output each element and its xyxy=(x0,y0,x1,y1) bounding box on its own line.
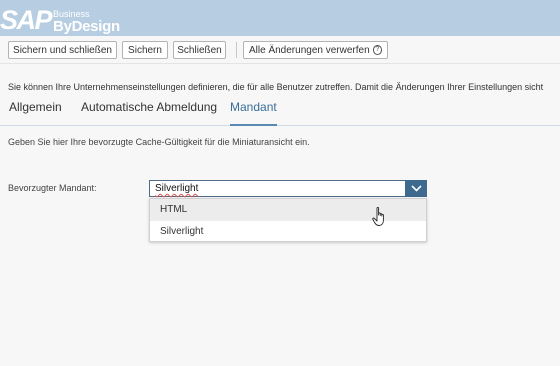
toolbar: Sichern und schließen Sichern Schließen … xyxy=(0,36,560,64)
discard-all-changes-button[interactable]: Alle Änderungen verwerfen ? xyxy=(243,41,388,59)
logo-sap-text: SAP xyxy=(0,5,53,35)
help-icon: ? xyxy=(372,45,382,55)
toolbar-separator xyxy=(236,42,237,58)
tab-allgemein[interactable]: Allgemein xyxy=(9,98,62,126)
logo-wordmark: Business ByDesign xyxy=(53,10,120,35)
tab-automatische-abmeldung[interactable]: Automatische Abmeldung xyxy=(81,98,217,126)
cache-description: Geben Sie hier Ihre bevorzugte Cache-Gül… xyxy=(8,137,310,147)
tab-mandant[interactable]: Mandant xyxy=(230,98,277,126)
dropdown-toggle-button[interactable] xyxy=(405,180,427,197)
discard-all-changes-label: Alle Änderungen verwerfen xyxy=(249,44,370,56)
app-header: SAP Business ByDesign xyxy=(0,0,560,36)
preferred-client-value: Silverlight xyxy=(155,183,199,194)
close-button[interactable]: Schließen xyxy=(173,41,226,59)
save-and-close-button[interactable]: Sichern und schließen xyxy=(8,41,117,59)
sap-bydesign-logo[interactable]: SAP Business ByDesign xyxy=(0,2,120,34)
settings-info-text: Sie können Ihre Unternehmenseinstellunge… xyxy=(8,82,544,92)
preferred-client-label: Bevorzugter Mandant: xyxy=(8,183,97,193)
logo-bydesign-text: ByDesign xyxy=(53,18,120,35)
chevron-down-icon xyxy=(410,185,422,192)
save-button[interactable]: Sichern xyxy=(122,41,168,59)
preferred-client-select[interactable]: Silverlight xyxy=(149,180,427,197)
tab-bar: Allgemein Automatische Abmeldung Mandant xyxy=(0,98,560,126)
hand-pointer-icon xyxy=(372,207,384,226)
